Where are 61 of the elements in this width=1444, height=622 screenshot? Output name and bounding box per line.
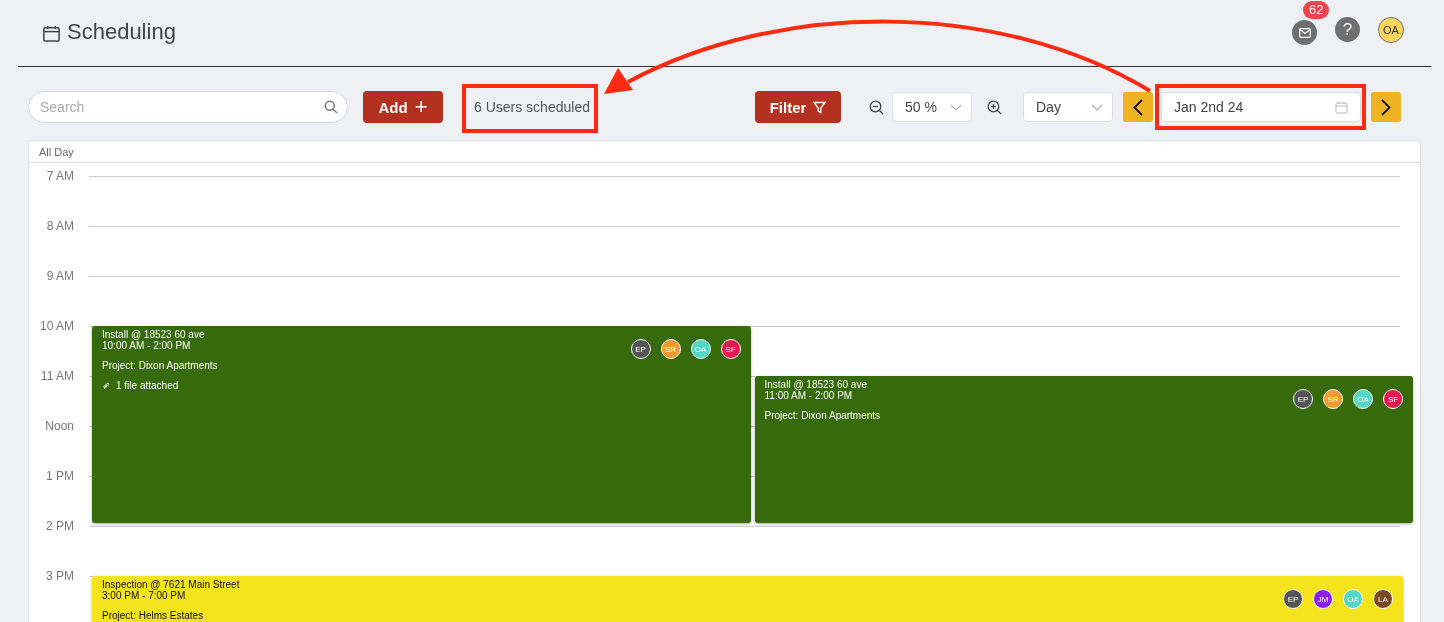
hour-label: 1 PM [45, 469, 74, 483]
attachment-label: 1 file attached [116, 380, 179, 391]
hour-label: Noon [44, 419, 74, 433]
calendar-icon [42, 23, 61, 43]
hour-label: 8 AM [45, 219, 74, 233]
assignee-avatar: OA [1343, 589, 1363, 609]
assignee-avatar: SR [1323, 389, 1343, 409]
chevron-left-icon [1133, 98, 1143, 116]
chevron-down-icon [1091, 103, 1103, 111]
event-card[interactable]: Inspection @ 7621 Main Street 3:00 PM - 7:00 PM Project: Helms Estates EP JM OA LA [92, 576, 1403, 622]
assignee-avatar: SF [720, 339, 741, 359]
assignee-avatar: OA [690, 339, 711, 359]
event-title: Install @ 18523 60 ave [764, 379, 868, 390]
chevron-right-icon [1381, 98, 1391, 116]
assignee-avatar: OA [1353, 389, 1373, 409]
user-avatar[interactable]: OA [1378, 16, 1404, 43]
assignee-avatar: EP [1283, 589, 1303, 609]
hour-label: 3 PM [45, 569, 74, 583]
event-title: Inspection @ 7621 Main Street [102, 579, 240, 590]
next-day-button[interactable] [1371, 92, 1401, 122]
zoom-in-icon[interactable] [987, 99, 1002, 115]
assignee-avatar: SF [1383, 389, 1403, 409]
hour-label: 11 AM [39, 369, 74, 383]
hour-label: 10 AM [38, 319, 74, 333]
hour-label: 7 AM [45, 169, 74, 183]
envelope-icon [1298, 27, 1311, 38]
event-time: 3:00 PM - 7:00 PM [102, 590, 187, 601]
add-button[interactable]: Add + [363, 91, 443, 123]
assignee-avatar: EP [1293, 389, 1313, 409]
assignee-avatar: LA [1373, 589, 1393, 609]
event-project: Project: Helms Estates [102, 610, 205, 621]
assignee-avatar: EP [630, 339, 651, 359]
event-time: 11:00 AM - 2:00 PM [764, 390, 854, 401]
chevron-down-icon [950, 103, 962, 111]
search-icon [324, 100, 338, 114]
event-title: Install @ 18523 60 ave [102, 329, 206, 340]
calendar-icon [1335, 100, 1348, 114]
event-project: Project: Dixon Apartments [764, 410, 881, 421]
all-day-label: All Day [39, 145, 74, 158]
event-time: 10:00 AM - 2:00 PM [102, 340, 192, 351]
filter-button[interactable]: Filter [755, 91, 841, 123]
assignee-avatar: JM [1313, 589, 1333, 609]
users-scheduled-count: 6 Users scheduled [474, 99, 590, 115]
assignee-avatar: SR [660, 339, 681, 359]
zoom-out-icon[interactable] [869, 99, 884, 115]
zoom-select[interactable]: 50 % [892, 92, 972, 122]
paperclip-icon [102, 381, 110, 390]
event-project: Project: Dixon Apartments [102, 360, 218, 371]
search-field[interactable]: Search [28, 91, 348, 123]
mail-button[interactable] [1292, 20, 1317, 45]
date-field[interactable]: Jan 2nd 24 [1161, 92, 1361, 122]
funnel-icon [813, 100, 827, 114]
hour-label: 9 AM [45, 269, 74, 283]
view-select[interactable]: Day [1023, 92, 1113, 122]
previous-day-button[interactable] [1123, 92, 1153, 122]
hour-label: 2 PM [45, 519, 74, 533]
event-card[interactable]: Install @ 18523 60 ave 11:00 AM - 2:00 PM Project: Dixon Apartments EP SR OA SF [754, 376, 1413, 523]
page-title: Scheduling [67, 19, 176, 45]
event-card[interactable]: Install @ 18523 60 ave 10:00 AM - 2:00 PM Project: Dixon Apartments 1 file attached EP SR OA SF [92, 326, 751, 523]
notification-badge: 62 [1303, 1, 1330, 19]
help-button[interactable]: ? [1335, 17, 1360, 42]
